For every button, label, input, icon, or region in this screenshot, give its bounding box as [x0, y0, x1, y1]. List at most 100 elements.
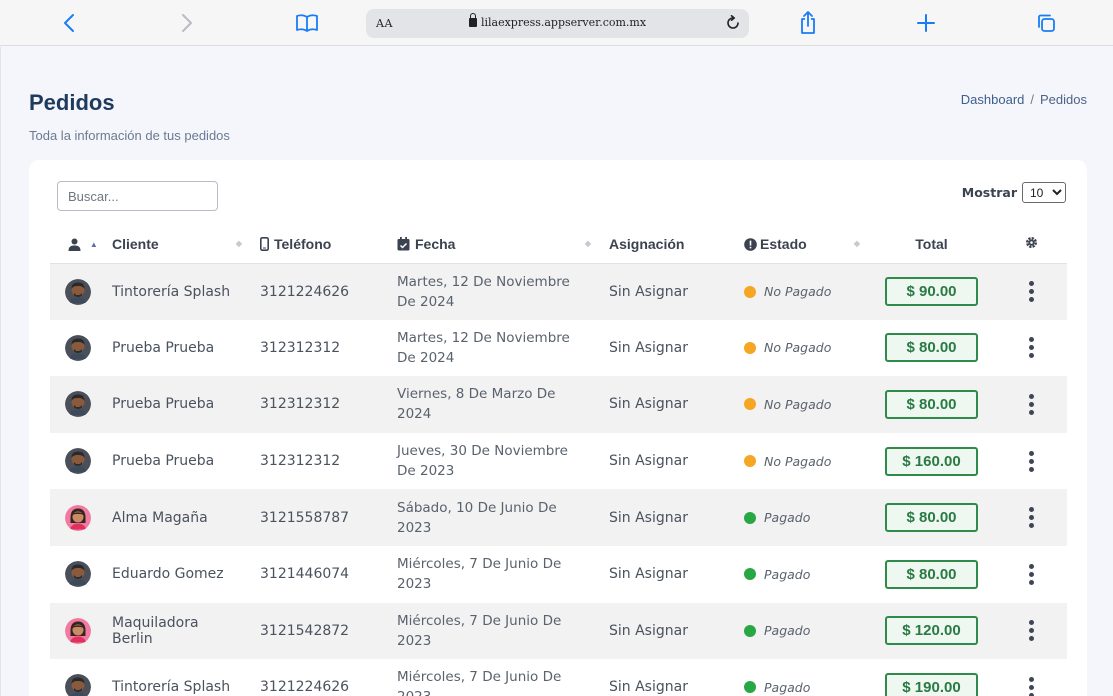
- total-badge: $ 120.00: [885, 616, 978, 646]
- asignacion-cell: Sin Asignar: [599, 376, 734, 433]
- status-text: Pagado: [764, 679, 811, 695]
- header-cliente-label: Cliente: [112, 235, 159, 252]
- estado-cell: Pagado: [734, 546, 868, 603]
- total-badge: $ 80.00: [885, 333, 978, 363]
- telefono-cell: 3121224626: [260, 679, 350, 696]
- orders-card: Mostrar 10 ▲ Cliente ◆ Teléfono: [29, 160, 1087, 696]
- status-text: Pagado: [764, 623, 811, 639]
- back-icon[interactable]: [49, 6, 89, 40]
- cliente-cell: Eduardo Gomez: [112, 566, 224, 583]
- table-row[interactable]: Maquiladora Berlin 3121542872 Miércoles, 7…: [50, 602, 1067, 660]
- header-cliente[interactable]: Cliente ◆: [102, 225, 250, 264]
- more-options-icon[interactable]: [1024, 393, 1038, 415]
- total-cell: $ 160.00: [868, 433, 995, 490]
- male-avatar-icon: [60, 391, 92, 418]
- fecha-cell: Martes, 12 De Noviembre De 2024: [387, 263, 599, 320]
- total-badge: $ 80.00: [885, 559, 978, 589]
- table-row[interactable]: Tintorería Splash 3121224626 Miércoles, 7 …: [50, 659, 1067, 696]
- header-fecha-label: Fecha: [415, 235, 456, 252]
- avatar-cell: [50, 602, 102, 660]
- status-text: Pagado: [764, 510, 811, 526]
- estado-cell: No Pagado: [734, 320, 868, 377]
- sort-icon: ◆: [584, 239, 591, 248]
- total-badge: $ 80.00: [885, 389, 978, 419]
- new-tab-icon[interactable]: [906, 6, 946, 40]
- more-options-icon[interactable]: [1024, 620, 1038, 642]
- forward-icon[interactable]: [167, 6, 207, 40]
- total-badge: $ 80.00: [885, 503, 978, 533]
- page-size-select[interactable]: 10: [1022, 182, 1066, 203]
- header-asignacion-label: Asignación: [609, 235, 685, 252]
- tabs-overview-icon[interactable]: [1026, 6, 1066, 40]
- actions-cell: [995, 489, 1067, 546]
- page-content: Pedidos Toda la información de tus pedid…: [0, 47, 1113, 696]
- info-icon: [744, 237, 757, 251]
- status-dot: [744, 341, 756, 354]
- breadcrumb-dashboard[interactable]: Dashboard: [961, 92, 1025, 107]
- table-row[interactable]: Alma Magaña 3121558787 Sábado, 10 De Junio…: [50, 489, 1067, 546]
- table-row[interactable]: Prueba Prueba 312312312 Martes, 12 De Novi…: [50, 320, 1067, 377]
- asignacion-cell: Sin Asignar: [599, 602, 734, 660]
- header-avatar-col[interactable]: ▲: [50, 225, 102, 264]
- header-total[interactable]: Total: [868, 225, 995, 264]
- total-cell: $ 120.00: [868, 602, 995, 660]
- more-options-icon[interactable]: [1024, 507, 1038, 529]
- sort-asc-icon: ▲: [89, 239, 98, 249]
- avatar-cell: [50, 489, 102, 546]
- avatar-cell: [50, 263, 102, 320]
- avatar-cell: [50, 433, 102, 490]
- table-row[interactable]: Prueba Prueba 312312312 Jueves, 30 De Novi…: [50, 433, 1067, 490]
- sort-icon: ◆: [853, 239, 860, 248]
- header-telefono[interactable]: Teléfono: [250, 225, 387, 264]
- table-row[interactable]: Prueba Prueba 312312312 Viernes, 8 De Marz…: [50, 376, 1067, 433]
- female-avatar-icon: [60, 504, 92, 531]
- header-settings[interactable]: [995, 225, 1067, 264]
- header-total-label: Total: [915, 235, 948, 252]
- table-header-row: ▲ Cliente ◆ Teléfono Fecha ◆ Asignación Es…: [50, 225, 1067, 264]
- avatar-cell: [50, 320, 102, 377]
- more-options-icon[interactable]: [1024, 563, 1038, 585]
- total-cell: $ 80.00: [868, 546, 995, 603]
- telefono-cell: 3121446074: [260, 566, 350, 583]
- fecha-cell: Miércoles, 7 De Junio De 2023: [387, 602, 599, 660]
- telefono-cell: 312312312: [250, 376, 387, 433]
- share-icon[interactable]: [788, 6, 828, 40]
- bookmarks-icon[interactable]: [287, 6, 327, 40]
- reload-icon[interactable]: [720, 11, 746, 35]
- search-input[interactable]: [57, 181, 218, 211]
- table-row[interactable]: Tintorería Splash 3121224626 Martes, 12 De…: [50, 263, 1067, 320]
- male-avatar-icon: [60, 561, 92, 588]
- more-options-icon[interactable]: [1024, 450, 1038, 472]
- estado-cell: No Pagado: [734, 433, 868, 490]
- breadcrumb-separator: /: [1030, 92, 1035, 107]
- fecha-cell: Viernes, 8 De Marzo De 2024: [387, 376, 599, 433]
- header-asignacion[interactable]: Asignación: [599, 225, 734, 264]
- status-text: Pagado: [764, 566, 811, 582]
- asignacion-cell: Sin Asignar: [609, 453, 688, 470]
- total-badge: $ 160.00: [885, 446, 978, 476]
- asignacion-cell: Sin Asignar: [609, 679, 688, 696]
- male-avatar-icon: [60, 334, 92, 361]
- total-badge: $ 90.00: [885, 277, 978, 307]
- header-estado[interactable]: Estado ◆: [734, 225, 868, 264]
- browser-toolbar: AA lilaexpress.appserver.com.mx: [0, 0, 1113, 46]
- status-text: No Pagado: [764, 284, 832, 300]
- more-options-icon[interactable]: [1024, 676, 1038, 696]
- avatar-cell: [50, 546, 102, 603]
- actions-cell: [995, 376, 1067, 433]
- estado-cell: Pagado: [734, 489, 868, 546]
- status-text: No Pagado: [764, 396, 832, 412]
- telefono-cell: 312312312: [260, 339, 341, 356]
- page-subtitle: Toda la información de tus pedidos: [29, 128, 230, 143]
- total-cell: $ 90.00: [868, 263, 995, 320]
- header-telefono-label: Teléfono: [274, 235, 332, 252]
- table-row[interactable]: Eduardo Gomez 3121446074 Miércoles, 7 De J…: [50, 546, 1067, 603]
- cliente-cell: Tintorería Splash: [112, 679, 231, 696]
- estado-cell: No Pagado: [734, 376, 868, 433]
- header-fecha[interactable]: Fecha ◆: [387, 225, 599, 264]
- more-options-icon[interactable]: [1024, 281, 1038, 303]
- address-bar[interactable]: AA lilaexpress.appserver.com.mx: [366, 9, 749, 38]
- header-estado-label: Estado: [760, 235, 807, 252]
- status-dot: [744, 455, 756, 468]
- more-options-icon[interactable]: [1024, 337, 1038, 359]
